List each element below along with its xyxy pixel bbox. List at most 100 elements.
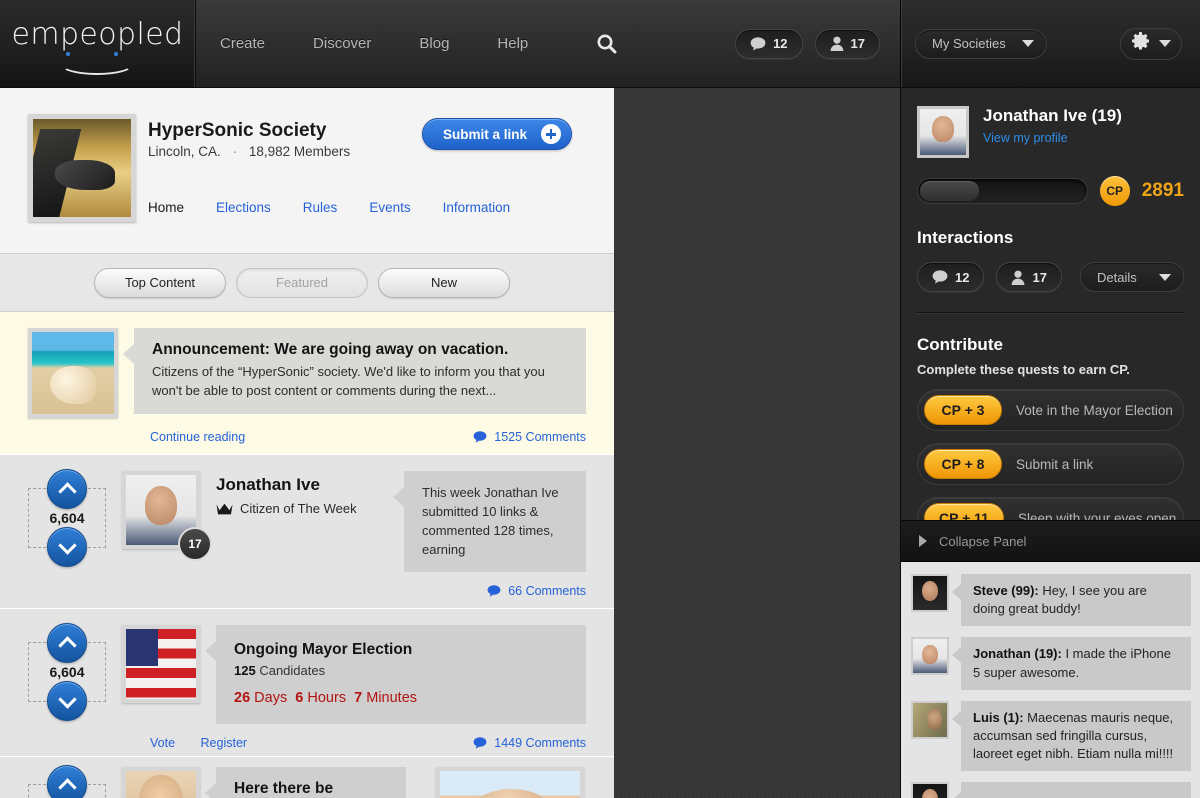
panel-people-badge[interactable]: 17 bbox=[996, 262, 1062, 292]
tab-new[interactable]: New bbox=[378, 267, 510, 298]
chat-bubble: Luis (1): Maecenas mauris neque, accumsa… bbox=[952, 700, 1191, 772]
chat-avatar[interactable] bbox=[911, 782, 949, 798]
societies-cell: My Societies bbox=[900, 0, 1200, 87]
settings-menu-button[interactable] bbox=[1120, 27, 1182, 60]
upvote-button[interactable] bbox=[47, 765, 87, 798]
election-thumbnail bbox=[122, 625, 200, 704]
submit-link-label: Submit a link bbox=[442, 126, 527, 142]
comment-icon bbox=[473, 737, 487, 750]
comment-icon bbox=[487, 585, 501, 598]
downvote-button[interactable] bbox=[47, 681, 87, 722]
tab-top-content[interactable]: Top Content bbox=[94, 267, 226, 298]
quest-cp-tag: CP + 8 bbox=[924, 449, 1002, 479]
society-nav-information[interactable]: Information bbox=[443, 200, 511, 215]
tab-featured[interactable]: Featured bbox=[236, 267, 368, 298]
election-candidates: 125 Candidates bbox=[234, 663, 568, 678]
countdown-days-label: Days bbox=[254, 690, 288, 707]
election-candidates-label: Candidates bbox=[259, 663, 326, 679]
society-meta: Lincoln, CA. · 18,982 Members bbox=[148, 144, 350, 159]
citizen-row: 6,604 17 Jonathan Ive Citizen of The Wee… bbox=[0, 455, 614, 610]
header-people-badge[interactable]: 17 bbox=[814, 28, 880, 59]
citizen-avatar-wrap: 17 bbox=[122, 471, 212, 561]
quest-item-submit[interactable]: CP + 8 Submit a link bbox=[917, 443, 1184, 485]
election-bubble: Ongoing Mayor Election 125 Candidates 26… bbox=[205, 625, 586, 725]
chevron-down-icon bbox=[1159, 273, 1171, 281]
details-label: Details bbox=[1097, 269, 1137, 285]
election-comments[interactable]: 1449 Comments bbox=[473, 736, 586, 750]
interactions-row: 12 17 Details bbox=[917, 262, 1184, 292]
my-societies-dropdown[interactable]: My Societies bbox=[915, 28, 1047, 59]
society-nav-home[interactable]: Home bbox=[148, 200, 184, 215]
next-post-bubble: Here there be bbox=[205, 767, 406, 798]
right-sidebar: Jonathan Ive (19) View my profile CP 289… bbox=[900, 88, 1200, 798]
header-comments-badge[interactable]: 12 bbox=[735, 28, 803, 59]
chat-message bbox=[911, 782, 1191, 798]
society-nav-events[interactable]: Events bbox=[369, 200, 410, 215]
announcement-bubble: Announcement: We are going away on vacat… bbox=[123, 328, 586, 414]
chat-author: Steve (99): bbox=[973, 583, 1039, 598]
nav-item-help[interactable]: Help bbox=[497, 35, 528, 52]
election-register-link[interactable]: Register bbox=[201, 736, 248, 750]
feed-tabs: Top Content Featured New bbox=[0, 254, 614, 312]
chevron-up-icon bbox=[57, 636, 77, 655]
chevron-down-icon bbox=[1159, 40, 1171, 47]
cp-badge-icon: CP bbox=[1099, 176, 1130, 206]
vote-widget bbox=[28, 765, 106, 798]
chat-message: Jonathan (19): I made the iPhone 5 super… bbox=[911, 637, 1191, 690]
vote-widget: 6,604 bbox=[28, 469, 106, 567]
next-post-title: Here there be bbox=[234, 780, 334, 797]
chat-avatar[interactable] bbox=[911, 700, 949, 739]
citizen-comments[interactable]: 66 Comments bbox=[487, 584, 586, 598]
logo-text: empeopled bbox=[11, 16, 184, 52]
main-content-column: HyperSonic Society Lincoln, CA. · 18,982… bbox=[0, 88, 614, 798]
header-comments-count: 12 bbox=[773, 36, 788, 51]
comment-icon bbox=[932, 270, 948, 284]
collapse-panel-button[interactable]: Collapse Panel bbox=[901, 520, 1200, 562]
search-icon[interactable] bbox=[596, 33, 618, 55]
announcement-comments[interactable]: 1525 Comments bbox=[473, 430, 586, 444]
chat-bubble: Steve (99): Hey, I see you are doing gre… bbox=[952, 574, 1191, 627]
chat-avatar[interactable] bbox=[911, 574, 949, 612]
announcement-title: Announcement: We are going away on vacat… bbox=[152, 341, 509, 358]
next-post-image bbox=[436, 767, 584, 798]
society-avatar bbox=[28, 114, 136, 222]
interactions-title: Interactions bbox=[917, 228, 1014, 247]
society-name: HyperSonic Society bbox=[148, 120, 327, 141]
citizen-avatar-badge: 17 bbox=[178, 527, 212, 561]
smiley-icon bbox=[52, 51, 142, 75]
society-nav-rules[interactable]: Rules bbox=[303, 200, 338, 215]
meta-separator: · bbox=[232, 144, 238, 159]
logo-cell[interactable]: empeopled bbox=[0, 0, 196, 87]
nav-item-blog[interactable]: Blog bbox=[419, 35, 449, 52]
chat-author: Luis (1): bbox=[973, 709, 1024, 725]
quest-label: Submit a link bbox=[1016, 456, 1094, 472]
crown-icon bbox=[216, 503, 233, 514]
person-icon bbox=[1012, 270, 1025, 285]
panel-comments-badge[interactable]: 12 bbox=[917, 262, 985, 292]
details-dropdown[interactable]: Details bbox=[1080, 262, 1184, 292]
downvote-button[interactable] bbox=[47, 527, 87, 567]
citizen-role: Citizen of The Week bbox=[216, 501, 388, 516]
submit-link-button[interactable]: Submit a link bbox=[421, 118, 572, 150]
chevron-up-icon bbox=[57, 777, 77, 797]
chevron-down-icon bbox=[57, 535, 77, 555]
header-badges: 12 17 bbox=[735, 28, 900, 59]
nav-item-discover[interactable]: Discover bbox=[313, 35, 371, 52]
continue-reading-link[interactable]: Continue reading bbox=[150, 430, 245, 444]
society-nav-elections[interactable]: Elections bbox=[216, 200, 271, 215]
citizen-role-label: Citizen of The Week bbox=[240, 501, 357, 516]
quest-item-vote[interactable]: CP + 3 Vote in the Mayor Election bbox=[917, 389, 1184, 431]
election-vote-link[interactable]: Vote bbox=[150, 736, 175, 750]
contribute-subtitle: Complete these quests to earn CP. bbox=[917, 362, 1130, 377]
chevron-up-icon bbox=[57, 481, 77, 501]
collapse-panel-label: Collapse Panel bbox=[939, 533, 1027, 549]
quest-label: Vote in the Mayor Election bbox=[1016, 402, 1173, 418]
empeopled-logo[interactable]: empeopled bbox=[11, 16, 184, 75]
chat-author: Jonathan (19): bbox=[973, 646, 1062, 662]
chat-avatar[interactable] bbox=[911, 637, 949, 676]
upvote-button[interactable] bbox=[47, 469, 87, 509]
view-profile-link[interactable]: View my profile bbox=[983, 131, 1068, 145]
nav-item-create[interactable]: Create bbox=[220, 35, 265, 52]
avatar[interactable] bbox=[917, 106, 969, 158]
cp-progress-row: CP 2891 bbox=[917, 176, 1184, 206]
